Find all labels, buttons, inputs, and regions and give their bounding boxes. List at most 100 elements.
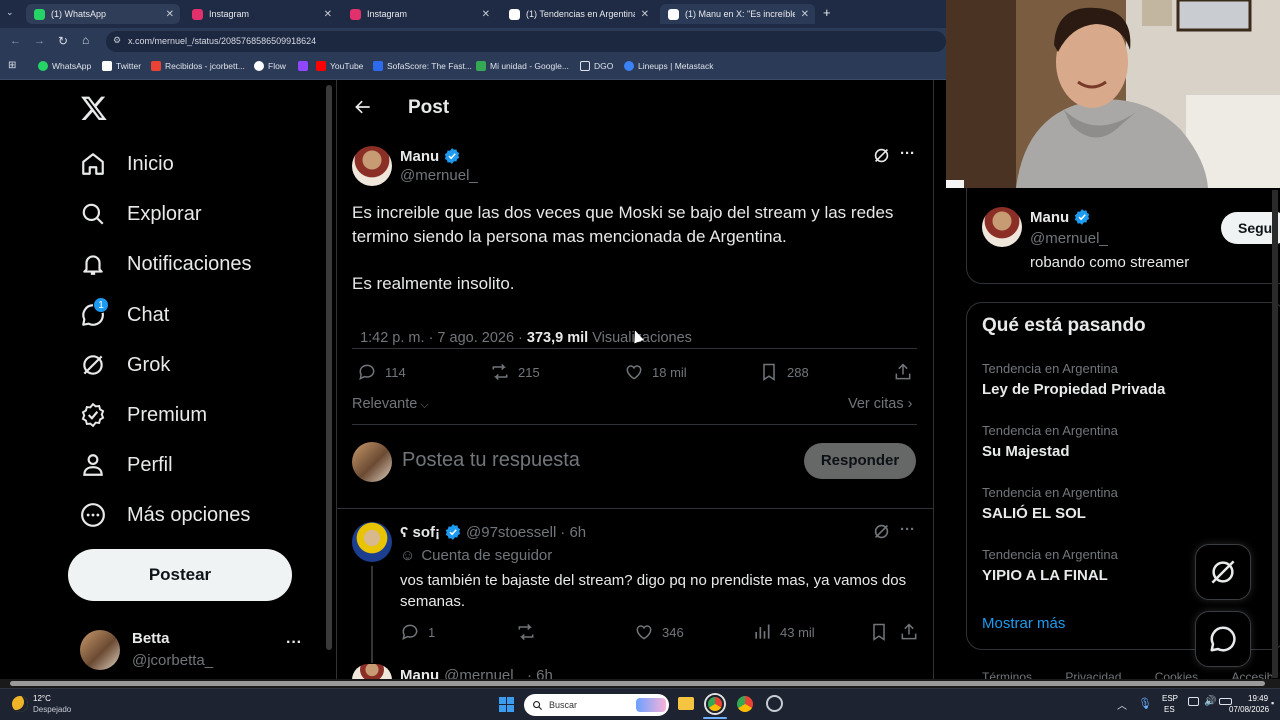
battery-icon[interactable] bbox=[1219, 698, 1232, 705]
card-author[interactable]: Manu bbox=[1030, 208, 1091, 226]
author-name[interactable]: ʕ sof¡ bbox=[400, 524, 440, 541]
back-icon[interactable]: ← bbox=[10, 35, 21, 47]
view-quotes-link[interactable]: Ver citas › bbox=[848, 396, 912, 412]
weather-temp[interactable]: 12°C bbox=[33, 694, 51, 703]
sort-dropdown[interactable]: Relevante ⌵ bbox=[352, 396, 429, 412]
views-button[interactable]: 43 mil bbox=[752, 622, 815, 642]
nav-mas-opciones[interactable]: Más opciones bbox=[80, 502, 250, 528]
nav-premium[interactable]: Premium bbox=[80, 402, 207, 428]
browser-tab-active[interactable]: (1) Manu en X: "Es increíble que ✕ bbox=[660, 4, 815, 24]
browser-tab-instagram-2[interactable]: Instagram ✕ bbox=[342, 4, 496, 24]
grok-icon[interactable] bbox=[872, 146, 891, 170]
repost-button[interactable] bbox=[516, 622, 536, 642]
bookmark-twitch[interactable] bbox=[298, 61, 312, 71]
nav-inicio[interactable]: Inicio bbox=[80, 151, 174, 177]
weather-status[interactable]: Despejado bbox=[33, 705, 71, 714]
close-icon[interactable]: ✕ bbox=[641, 9, 649, 20]
close-icon[interactable]: ✕ bbox=[324, 9, 332, 20]
clock-time[interactable]: 19:49 bbox=[1248, 694, 1268, 703]
notification-bell-icon[interactable]: ▪ bbox=[1271, 698, 1274, 708]
bookmark-button[interactable]: 288 bbox=[759, 362, 809, 382]
post-author[interactable]: Manu bbox=[400, 147, 461, 165]
browser-tab-tendencias[interactable]: (1) Tendencias en Argentina en ✕ bbox=[501, 4, 655, 24]
site-info-icon[interactable]: ⚙ bbox=[113, 35, 121, 46]
close-icon[interactable]: ✕ bbox=[801, 9, 809, 20]
like-button[interactable]: 346 bbox=[634, 622, 684, 642]
close-icon[interactable]: ✕ bbox=[166, 9, 174, 20]
footer-link[interactable]: Accesibilidad bbox=[1231, 670, 1272, 679]
nav-notificaciones[interactable]: Notificaciones bbox=[80, 251, 252, 277]
account-switcher[interactable]: Betta @jcorbetta_ ··· bbox=[68, 622, 318, 674]
trend-item[interactable]: Ley de Propiedad Privada bbox=[982, 381, 1165, 398]
network-icon[interactable] bbox=[1188, 697, 1199, 706]
trend-item[interactable]: YIPIO A LA FINAL bbox=[982, 567, 1108, 584]
bookmark-lineups[interactable]: Lineups | Metastack bbox=[624, 61, 713, 71]
start-icon[interactable] bbox=[499, 697, 514, 712]
bookmark-twitter[interactable]: Twitter bbox=[102, 61, 141, 71]
avatar[interactable] bbox=[352, 146, 392, 186]
nav-grok[interactable]: Grok bbox=[80, 352, 170, 378]
bookmark-sofascore[interactable]: SofaScore: The Fast... bbox=[373, 61, 472, 71]
bookmark-gmail[interactable]: Recibidos - jcorbett... bbox=[151, 61, 245, 71]
tab-list-icon[interactable]: ⌄ bbox=[6, 7, 14, 18]
trend-item[interactable]: Su Majestad bbox=[982, 443, 1070, 460]
chrome-icon[interactable] bbox=[706, 695, 724, 713]
reply-button[interactable]: 1 bbox=[400, 622, 435, 642]
bookmark-youtube[interactable]: YouTube bbox=[316, 61, 363, 71]
back-arrow-icon[interactable] bbox=[353, 97, 373, 122]
clock-date[interactable]: 07/08/2026 bbox=[1229, 705, 1269, 714]
nav-perfil[interactable]: Perfil bbox=[80, 452, 173, 478]
close-icon[interactable]: ✕ bbox=[482, 9, 490, 20]
reply-submit-button[interactable]: Responder bbox=[804, 443, 916, 479]
card-handle[interactable]: @mernuel_ bbox=[1030, 230, 1108, 247]
taskbar-search[interactable]: Buscar bbox=[524, 694, 669, 716]
chrome-profile-icon[interactable] bbox=[737, 696, 753, 712]
new-tab-button[interactable]: + bbox=[823, 5, 831, 20]
apps-icon[interactable]: ⊞ bbox=[8, 60, 16, 71]
footer-link[interactable]: Términos bbox=[982, 670, 1032, 679]
home-icon[interactable]: ⌂ bbox=[82, 33, 89, 47]
more-icon[interactable]: ··· bbox=[900, 521, 915, 538]
chevron-up-icon[interactable]: ︿ bbox=[1117, 697, 1127, 712]
post-time[interactable]: 1:42 p. m. · 7 ago. 2026 · bbox=[360, 330, 527, 346]
grok-icon[interactable] bbox=[872, 522, 891, 546]
reply-button[interactable]: 114 bbox=[357, 362, 406, 382]
messages-float-button[interactable] bbox=[1195, 611, 1251, 667]
like-button[interactable]: 18 mil bbox=[624, 362, 687, 382]
share-button[interactable] bbox=[899, 622, 919, 642]
trend-item[interactable]: SALIÓ EL SOL bbox=[982, 505, 1086, 522]
language-indicator[interactable]: ESP bbox=[1162, 694, 1178, 703]
browser-tab-instagram-1[interactable]: Instagram ✕ bbox=[184, 4, 338, 24]
footer-link[interactable]: Cookies bbox=[1155, 670, 1198, 679]
forward-icon[interactable]: → bbox=[34, 35, 45, 47]
scrollbar[interactable] bbox=[326, 85, 332, 650]
post-button[interactable]: Postear bbox=[68, 549, 292, 601]
reply-input[interactable]: Postea tu respuesta bbox=[402, 449, 580, 472]
volume-icon[interactable]: 🔊 bbox=[1204, 696, 1216, 707]
url-field[interactable]: ⚙ x.com/mernuel_/status/2085768586509918… bbox=[106, 31, 946, 52]
microphone-icon[interactable]: 🎙 bbox=[1138, 697, 1152, 710]
post-handle[interactable]: @mernuel_ bbox=[400, 167, 478, 184]
reload-icon[interactable]: ↻ bbox=[58, 34, 68, 48]
x-logo-icon[interactable] bbox=[80, 94, 108, 122]
show-more-link[interactable]: Mostrar más bbox=[982, 615, 1065, 632]
bookmark-button[interactable] bbox=[869, 622, 889, 642]
avatar[interactable] bbox=[352, 522, 392, 562]
more-icon[interactable]: ··· bbox=[900, 145, 915, 162]
scrollbar[interactable] bbox=[1272, 190, 1278, 678]
share-button[interactable] bbox=[893, 362, 913, 382]
keyboard-layout[interactable]: ES bbox=[1164, 705, 1175, 714]
grok-float-button[interactable] bbox=[1195, 544, 1251, 600]
bookmark-dgo[interactable]: DGO bbox=[580, 61, 613, 71]
file-explorer-icon[interactable] bbox=[678, 697, 694, 710]
browser-tab-whatsapp[interactable]: (1) WhatsApp ✕ bbox=[26, 4, 180, 24]
avatar[interactable] bbox=[982, 207, 1022, 247]
footer-link[interactable]: Privacidad bbox=[1065, 670, 1121, 679]
bookmark-drive[interactable]: Mi unidad - Google... bbox=[476, 61, 569, 71]
bookmark-flow[interactable]: Flow bbox=[254, 61, 286, 71]
nav-explorar[interactable]: Explorar bbox=[80, 201, 201, 227]
author-handle[interactable]: @97stoessell bbox=[466, 524, 556, 541]
app-icon[interactable] bbox=[766, 695, 783, 712]
scrollbar-thumb[interactable] bbox=[10, 681, 1265, 686]
bookmark-whatsapp[interactable]: WhatsApp bbox=[38, 61, 91, 71]
